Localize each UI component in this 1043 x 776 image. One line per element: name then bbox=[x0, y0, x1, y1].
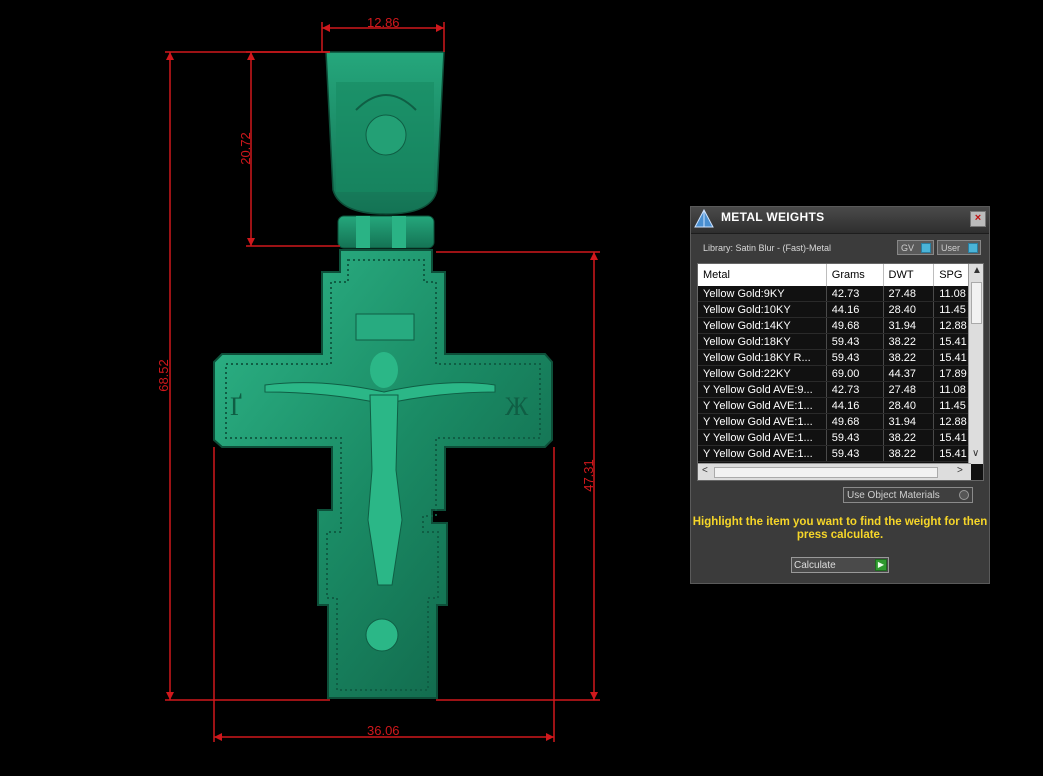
close-button[interactable]: × bbox=[970, 211, 986, 227]
metal-weights-panel: METAL WEIGHTS × Library: Satin Blur - (F… bbox=[690, 206, 990, 584]
cell-metal: Yellow Gold:22KY bbox=[698, 365, 827, 382]
table-row[interactable]: Yellow Gold:9KY 42.73 27.48 11.08 bbox=[698, 286, 983, 302]
table-header-row: Metal Grams DWT SPG bbox=[698, 264, 983, 286]
scroll-down-icon[interactable]: ∨ bbox=[972, 448, 979, 459]
dimension-total-height: 68.52 bbox=[155, 359, 171, 392]
cell-dwt: 27.48 bbox=[883, 286, 935, 302]
table-row[interactable]: Y Yellow Gold AVE:1... 59.43 38.22 15.41 bbox=[698, 429, 983, 446]
dimension-cross-height: 47.31 bbox=[580, 459, 596, 492]
user-toggle[interactable]: User bbox=[937, 240, 981, 255]
horizontal-scrollbar[interactable]: < > bbox=[698, 463, 971, 480]
use-object-materials-label: Use Object Materials bbox=[847, 490, 940, 501]
svg-text:Ж: Ж bbox=[505, 392, 529, 421]
cell-dwt: 44.37 bbox=[883, 365, 935, 382]
scroll-left-icon[interactable]: < bbox=[702, 465, 708, 476]
cell-metal: Yellow Gold:14KY bbox=[698, 317, 827, 334]
column-header-dwt[interactable]: DWT bbox=[883, 264, 935, 286]
play-icon: ▶ bbox=[875, 559, 887, 571]
gv-toggle[interactable]: GV bbox=[897, 240, 934, 255]
vertical-scroll-thumb[interactable] bbox=[971, 282, 982, 324]
cell-metal: Yellow Gold:18KY bbox=[698, 333, 827, 350]
app-logo-icon bbox=[694, 208, 714, 228]
table-row[interactable]: Y Yellow Gold AVE:1... 59.43 38.22 15.41 bbox=[698, 445, 983, 462]
horizontal-scroll-thumb[interactable] bbox=[714, 467, 938, 478]
scroll-right-icon[interactable]: > bbox=[957, 465, 963, 476]
cell-grams: 59.43 bbox=[826, 349, 884, 366]
cell-dwt: 38.22 bbox=[883, 429, 935, 446]
toggle-knob-icon bbox=[921, 243, 931, 253]
panel-title: METAL WEIGHTS bbox=[721, 210, 825, 224]
dimension-top-width: 12.86 bbox=[367, 15, 400, 30]
cell-grams: 42.73 bbox=[826, 286, 884, 302]
cell-grams: 59.43 bbox=[826, 445, 884, 462]
radio-icon[interactable] bbox=[959, 490, 969, 500]
table-row[interactable]: Yellow Gold:18KY 59.43 38.22 15.41 bbox=[698, 333, 983, 350]
dimension-bottom-width: 36.06 bbox=[367, 723, 400, 738]
cell-dwt: 28.40 bbox=[883, 301, 935, 318]
dimension-bail-height: 20.72 bbox=[237, 132, 253, 165]
cell-dwt: 38.22 bbox=[883, 333, 935, 350]
cell-grams: 59.43 bbox=[826, 333, 884, 350]
panel-titlebar[interactable]: METAL WEIGHTS × bbox=[691, 207, 989, 234]
cell-grams: 49.68 bbox=[826, 413, 884, 430]
cell-metal: Yellow Gold:10KY bbox=[698, 301, 827, 318]
cell-metal: Y Yellow Gold AVE:1... bbox=[698, 429, 827, 446]
cell-grams: 44.16 bbox=[826, 397, 884, 414]
column-header-grams[interactable]: Grams bbox=[826, 264, 884, 286]
table-row[interactable]: Yellow Gold:10KY 44.16 28.40 11.45 bbox=[698, 301, 983, 318]
cell-metal: Y Yellow Gold AVE:1... bbox=[698, 445, 827, 462]
cell-dwt: 38.22 bbox=[883, 445, 935, 462]
cell-grams: 42.73 bbox=[826, 381, 884, 398]
table-row[interactable]: Y Yellow Gold AVE:1... 49.68 31.94 12.88 bbox=[698, 413, 983, 430]
library-label: Library: Satin Blur - (Fast)-Metal bbox=[703, 243, 832, 253]
use-object-materials-option[interactable]: Use Object Materials bbox=[843, 487, 973, 503]
metal-weights-table[interactable]: Metal Grams DWT SPG Yellow Gold:9KY 42.73… bbox=[697, 263, 984, 481]
cell-grams: 69.00 bbox=[826, 365, 884, 382]
cell-dwt: 31.94 bbox=[883, 413, 935, 430]
cell-metal: Y Yellow Gold AVE:1... bbox=[698, 397, 827, 414]
table-row[interactable]: Yellow Gold:22KY 69.00 44.37 17.89 bbox=[698, 365, 983, 382]
table-row[interactable]: Y Yellow Gold AVE:1... 44.16 28.40 11.45 bbox=[698, 397, 983, 414]
user-toggle-label: User bbox=[941, 243, 961, 253]
cell-metal: Y Yellow Gold AVE:9... bbox=[698, 381, 827, 398]
calculate-button[interactable]: Calculate ▶ bbox=[791, 557, 889, 573]
vertical-scrollbar[interactable]: ▲ ∨ bbox=[968, 264, 983, 464]
cell-grams: 49.68 bbox=[826, 317, 884, 334]
cell-dwt: 31.94 bbox=[883, 317, 935, 334]
cell-dwt: 28.40 bbox=[883, 397, 935, 414]
table-row[interactable]: Y Yellow Gold AVE:9... 42.73 27.48 11.08 bbox=[698, 381, 983, 398]
cell-metal: Yellow Gold:9KY bbox=[698, 286, 827, 302]
instruction-text: Highlight the item you want to find the … bbox=[692, 516, 988, 541]
scroll-up-icon[interactable]: ▲ bbox=[972, 265, 982, 276]
cell-dwt: 38.22 bbox=[883, 349, 935, 366]
cell-metal: Yellow Gold:18KY R... bbox=[698, 349, 827, 366]
table-row[interactable]: Yellow Gold:14KY 49.68 31.94 12.88 bbox=[698, 317, 983, 334]
cell-grams: 59.43 bbox=[826, 429, 884, 446]
cell-metal: Y Yellow Gold AVE:1... bbox=[698, 413, 827, 430]
toggle-knob-icon bbox=[968, 243, 978, 253]
svg-text:Ґ: Ґ bbox=[230, 392, 242, 421]
table-row[interactable]: Yellow Gold:18KY R... 59.43 38.22 15.41 bbox=[698, 349, 983, 366]
gv-toggle-label: GV bbox=[901, 243, 915, 253]
cell-grams: 44.16 bbox=[826, 301, 884, 318]
calculate-label: Calculate bbox=[794, 560, 836, 571]
column-header-metal[interactable]: Metal bbox=[698, 264, 827, 286]
cell-dwt: 27.48 bbox=[883, 381, 935, 398]
